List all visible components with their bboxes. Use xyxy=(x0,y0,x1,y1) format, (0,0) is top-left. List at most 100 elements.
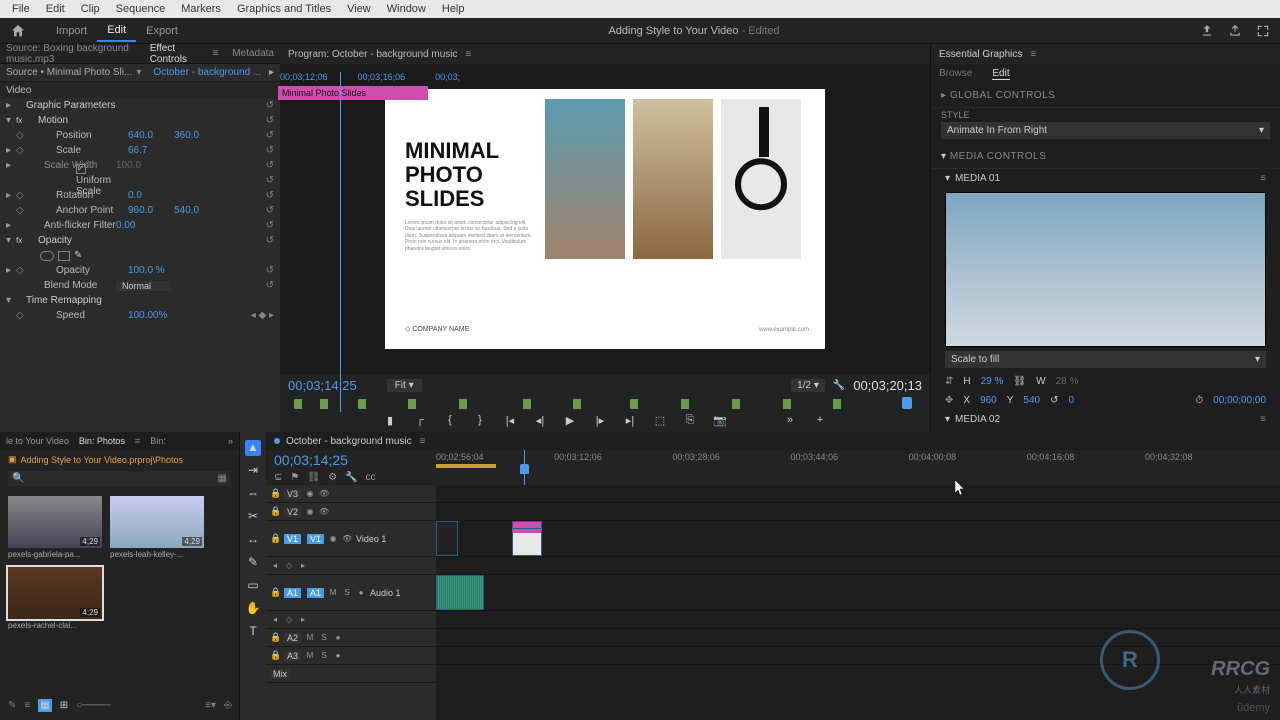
ec-opacity-val[interactable]: 100.0 % xyxy=(128,265,174,276)
ec-time-remap[interactable]: Time Remapping xyxy=(16,295,116,306)
track-a3[interactable]: A3 xyxy=(284,651,301,661)
fullscreen-icon[interactable] xyxy=(1256,24,1270,38)
eg-global-controls[interactable]: GLOBAL CONTROLS xyxy=(950,90,1056,101)
write-icon[interactable]: ✎ xyxy=(8,700,16,711)
proj-tab-2[interactable]: Bin: Photos xyxy=(79,436,125,446)
program-canvas-area[interactable]: MINIMAL PHOTO SLIDES Lorem ipsum dolor s… xyxy=(280,64,930,374)
tab-export[interactable]: Export xyxy=(136,21,188,41)
timeline-timecode[interactable]: 00;03;14;25 xyxy=(266,450,436,470)
project-item[interactable]: 4;29 pexels-gabriela-pa... xyxy=(8,496,102,559)
program-marker-bar[interactable] xyxy=(288,397,922,410)
comparison-icon[interactable]: » xyxy=(783,414,797,428)
ec-play-icon[interactable]: ▸ xyxy=(269,67,274,78)
program-timecode[interactable]: 00;03;14;25 xyxy=(288,378,357,393)
eg-style-dropdown[interactable]: Animate In From Right▾ xyxy=(941,122,1270,139)
reset-icon[interactable]: ↺ xyxy=(266,235,274,246)
ec-antiflicker-val[interactable]: 0.00 xyxy=(116,220,162,231)
menu-view[interactable]: View xyxy=(339,3,379,15)
project-item[interactable]: 4;29 pexels-leah-kelley-... xyxy=(110,496,204,559)
selection-tool-icon[interactable]: ▲ xyxy=(245,440,261,456)
freeform-view-icon[interactable]: ⊞ xyxy=(60,700,68,711)
extract-icon[interactable]: ⎘ xyxy=(683,414,697,428)
bin-icon[interactable]: ▣ xyxy=(8,454,17,465)
mask-rect-icon[interactable] xyxy=(58,251,70,261)
eg-media-01[interactable]: MEDIA 01 xyxy=(955,173,1000,184)
quick-export-icon[interactable] xyxy=(1200,24,1214,38)
reset-icon[interactable]: ↺ xyxy=(266,265,274,276)
keyframe-nav[interactable]: ◂ ◆ ▸ xyxy=(251,310,274,321)
program-playhead[interactable] xyxy=(902,397,912,409)
mark-in-icon[interactable]: ┌ xyxy=(413,414,427,428)
settings-icon[interactable]: ⚙ xyxy=(328,472,337,483)
timeline-ruler[interactable]: 00;02;56;04 00;03;12;06 00;03;28;06 00;0… xyxy=(436,450,1280,466)
type-tool-icon[interactable]: T xyxy=(245,624,261,640)
menu-sequence[interactable]: Sequence xyxy=(108,3,174,15)
timeline-clip-graphic-body[interactable] xyxy=(512,529,542,556)
project-search-input[interactable] xyxy=(24,473,217,484)
eg-media-02[interactable]: MEDIA 02 xyxy=(955,414,1000,425)
track-v3[interactable]: V3 xyxy=(284,489,301,499)
track-v2[interactable]: V2 xyxy=(284,507,301,517)
menu-icon[interactable]: ≡ xyxy=(1260,173,1266,184)
reset-icon[interactable]: ↺ xyxy=(266,280,274,291)
razor-tool-icon[interactable]: ✂ xyxy=(245,509,261,525)
track-mix[interactable]: Mix xyxy=(270,669,290,679)
add-marker-icon[interactable]: ▮ xyxy=(383,414,397,428)
menu-window[interactable]: Window xyxy=(379,3,434,15)
ec-clip-strip[interactable]: Minimal Photo Slides xyxy=(278,86,428,100)
wrench-icon[interactable]: 🔧 xyxy=(345,472,357,483)
ec-blend-mode[interactable]: Blend Mode xyxy=(16,280,116,291)
menu-icon[interactable]: ≡ xyxy=(1260,414,1266,425)
tab-overflow-icon[interactable]: » xyxy=(228,436,233,446)
eg-m1-y[interactable]: 540 xyxy=(1023,395,1040,406)
ec-speed-val[interactable]: 100.00% xyxy=(128,310,174,321)
go-prev-icon[interactable]: |◂ xyxy=(503,414,517,428)
ec-scale-val[interactable]: 66.7 xyxy=(128,145,174,156)
eg-m1-h[interactable]: 29 % xyxy=(981,376,1004,387)
timeline-clip[interactable] xyxy=(436,521,458,556)
mask-ellipse-icon[interactable] xyxy=(40,251,54,261)
menu-clip[interactable]: Clip xyxy=(73,3,108,15)
timeline-clip-graphic[interactable] xyxy=(512,521,542,529)
eg-media-controls[interactable]: MEDIA CONTROLS xyxy=(950,151,1046,162)
track-a1[interactable]: A1 xyxy=(307,588,324,598)
ec-position[interactable]: Position xyxy=(28,130,128,141)
icon-view-icon[interactable]: ▦ xyxy=(38,699,51,712)
sort-icon[interactable]: ≡▾ xyxy=(205,700,216,711)
ec-opacity[interactable]: Opacity xyxy=(28,235,128,246)
reset-icon[interactable]: ↺ xyxy=(266,145,274,156)
ec-anchor-x[interactable]: 960.0 xyxy=(128,205,174,216)
export-frame-icon[interactable]: 📷 xyxy=(713,414,727,428)
tab-metadata[interactable]: Metadata xyxy=(232,48,274,59)
reset-icon[interactable]: ↺ xyxy=(266,115,274,126)
go-next-icon[interactable]: ▸| xyxy=(623,414,637,428)
tab-edit[interactable]: Edit xyxy=(97,20,136,42)
track-a2[interactable]: A2 xyxy=(284,633,301,643)
reset-icon[interactable]: ↺ xyxy=(266,100,274,111)
rectangle-tool-icon[interactable]: ▭ xyxy=(245,578,261,594)
menu-edit[interactable]: Edit xyxy=(38,3,73,15)
go-in-icon[interactable]: } xyxy=(473,414,487,428)
ec-anchor-y[interactable]: 540.0 xyxy=(174,205,220,216)
zoom-slider[interactable]: ○──── xyxy=(76,700,110,711)
new-bin-icon[interactable]: ▦ xyxy=(218,473,227,484)
project-item-selected[interactable]: 4;29 pexels-rachel-clai... xyxy=(8,567,102,630)
timeline-audio-clip[interactable] xyxy=(436,575,484,610)
ec-graphic-params[interactable]: Graphic Parameters xyxy=(16,100,116,111)
step-fwd-icon[interactable]: |▸ xyxy=(593,414,607,428)
resolution-dropdown[interactable]: 1/2 ▾ xyxy=(791,379,825,392)
track-select-tool-icon[interactable]: ⇥ xyxy=(245,463,261,479)
ec-speed[interactable]: Speed xyxy=(28,310,128,321)
search-icon[interactable]: 🔍 xyxy=(12,473,24,484)
button-editor-icon[interactable]: + xyxy=(813,414,827,428)
ec-rotation-val[interactable]: 0.0 xyxy=(128,190,174,201)
lift-icon[interactable]: ⬚ xyxy=(653,414,667,428)
checkbox-icon[interactable] xyxy=(76,164,86,174)
eg-media-01-thumbnail[interactable] xyxy=(945,192,1266,347)
ec-playhead-line[interactable] xyxy=(340,72,341,412)
hand-tool-icon[interactable]: ✋ xyxy=(245,601,261,617)
ec-anchor[interactable]: Anchor Point xyxy=(28,205,128,216)
ec-motion[interactable]: Motion xyxy=(28,115,128,126)
menu-graphics[interactable]: Graphics and Titles xyxy=(229,3,339,15)
tab-effect-controls[interactable]: Effect Controls xyxy=(150,43,199,65)
